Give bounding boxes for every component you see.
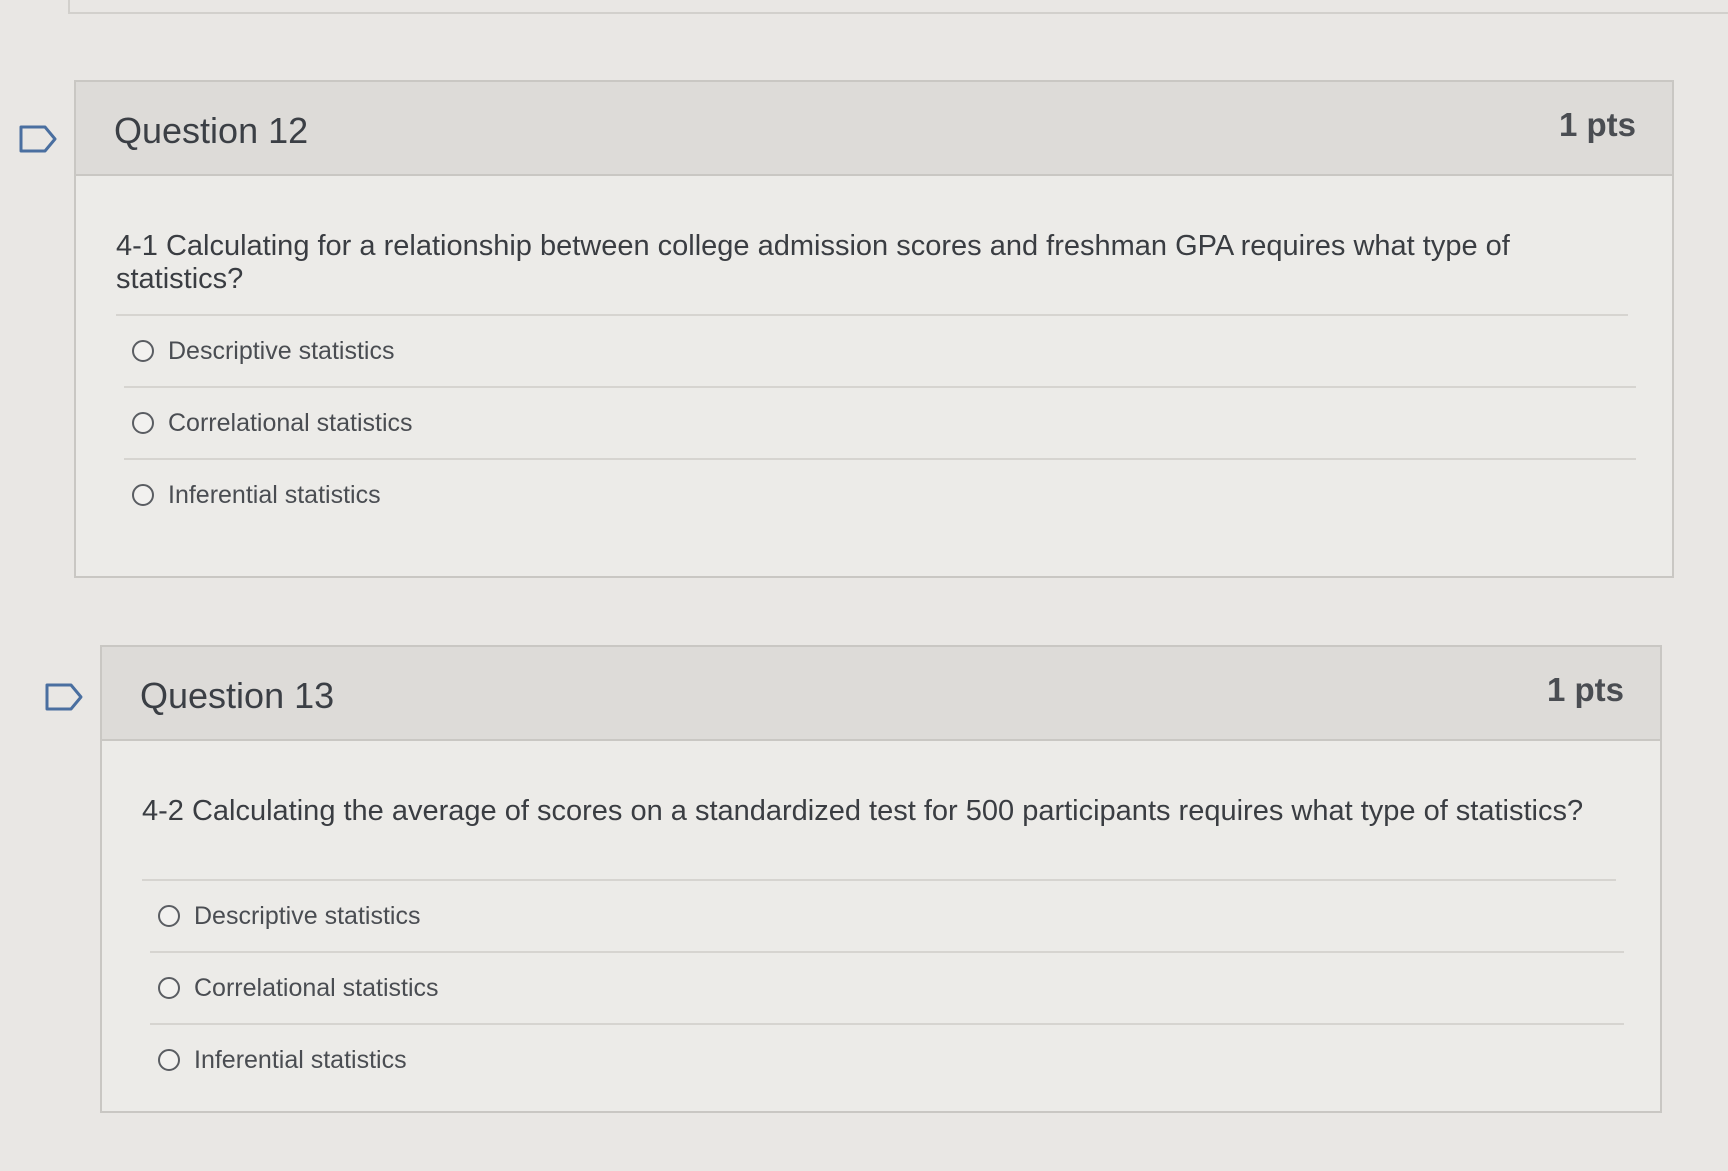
answer-option-inferential[interactable]: Inferential statistics [150, 1025, 1624, 1095]
radio-button-icon[interactable] [158, 1049, 180, 1071]
question-title: Question 12 [114, 110, 309, 151]
question-text: 4-2 Calculating the average of scores on… [142, 741, 1616, 881]
answer-list: Descriptive statistics Correlational sta… [112, 316, 1636, 530]
answer-label: Inferential statistics [194, 1045, 407, 1074]
answer-option-descriptive[interactable]: Descriptive statistics [124, 316, 1636, 388]
previous-question-panel-edge [68, 0, 1728, 14]
question-12-card: Question 12 1 pts 4-1 Calculating for a … [74, 80, 1674, 578]
question-body: 4-1 Calculating for a relationship betwe… [76, 176, 1672, 530]
answer-label: Descriptive statistics [194, 901, 421, 930]
answer-option-inferential[interactable]: Inferential statistics [124, 460, 1636, 530]
radio-button-icon[interactable] [158, 905, 180, 927]
radio-button-icon[interactable] [132, 340, 154, 362]
question-title: Question 13 [140, 675, 335, 716]
radio-button-icon[interactable] [158, 977, 180, 999]
answer-list: Descriptive statistics Correlational sta… [138, 881, 1624, 1095]
question-13-card: Question 13 1 pts 4-2 Calculating the av… [100, 645, 1662, 1113]
question-header: Question 12 1 pts [76, 82, 1672, 176]
answer-option-correlational[interactable]: Correlational statistics [124, 388, 1636, 460]
question-body: 4-2 Calculating the average of scores on… [102, 741, 1660, 1095]
question-points: 1 pts [1546, 671, 1624, 708]
answer-label: Correlational statistics [168, 408, 413, 437]
answer-option-correlational[interactable]: Correlational statistics [150, 953, 1624, 1025]
radio-button-icon[interactable] [132, 484, 154, 506]
question-header: Question 13 1 pts [102, 647, 1660, 741]
radio-button-icon[interactable] [132, 412, 154, 434]
flag-question-icon[interactable] [18, 124, 58, 154]
answer-option-descriptive[interactable]: Descriptive statistics [150, 881, 1624, 953]
answer-label: Correlational statistics [194, 973, 439, 1002]
question-text: 4-1 Calculating for a relationship betwe… [116, 176, 1628, 316]
answer-label: Descriptive statistics [168, 336, 395, 365]
answer-label: Inferential statistics [168, 480, 381, 509]
flag-question-icon[interactable] [44, 682, 84, 712]
question-points: 1 pts [1558, 106, 1636, 143]
